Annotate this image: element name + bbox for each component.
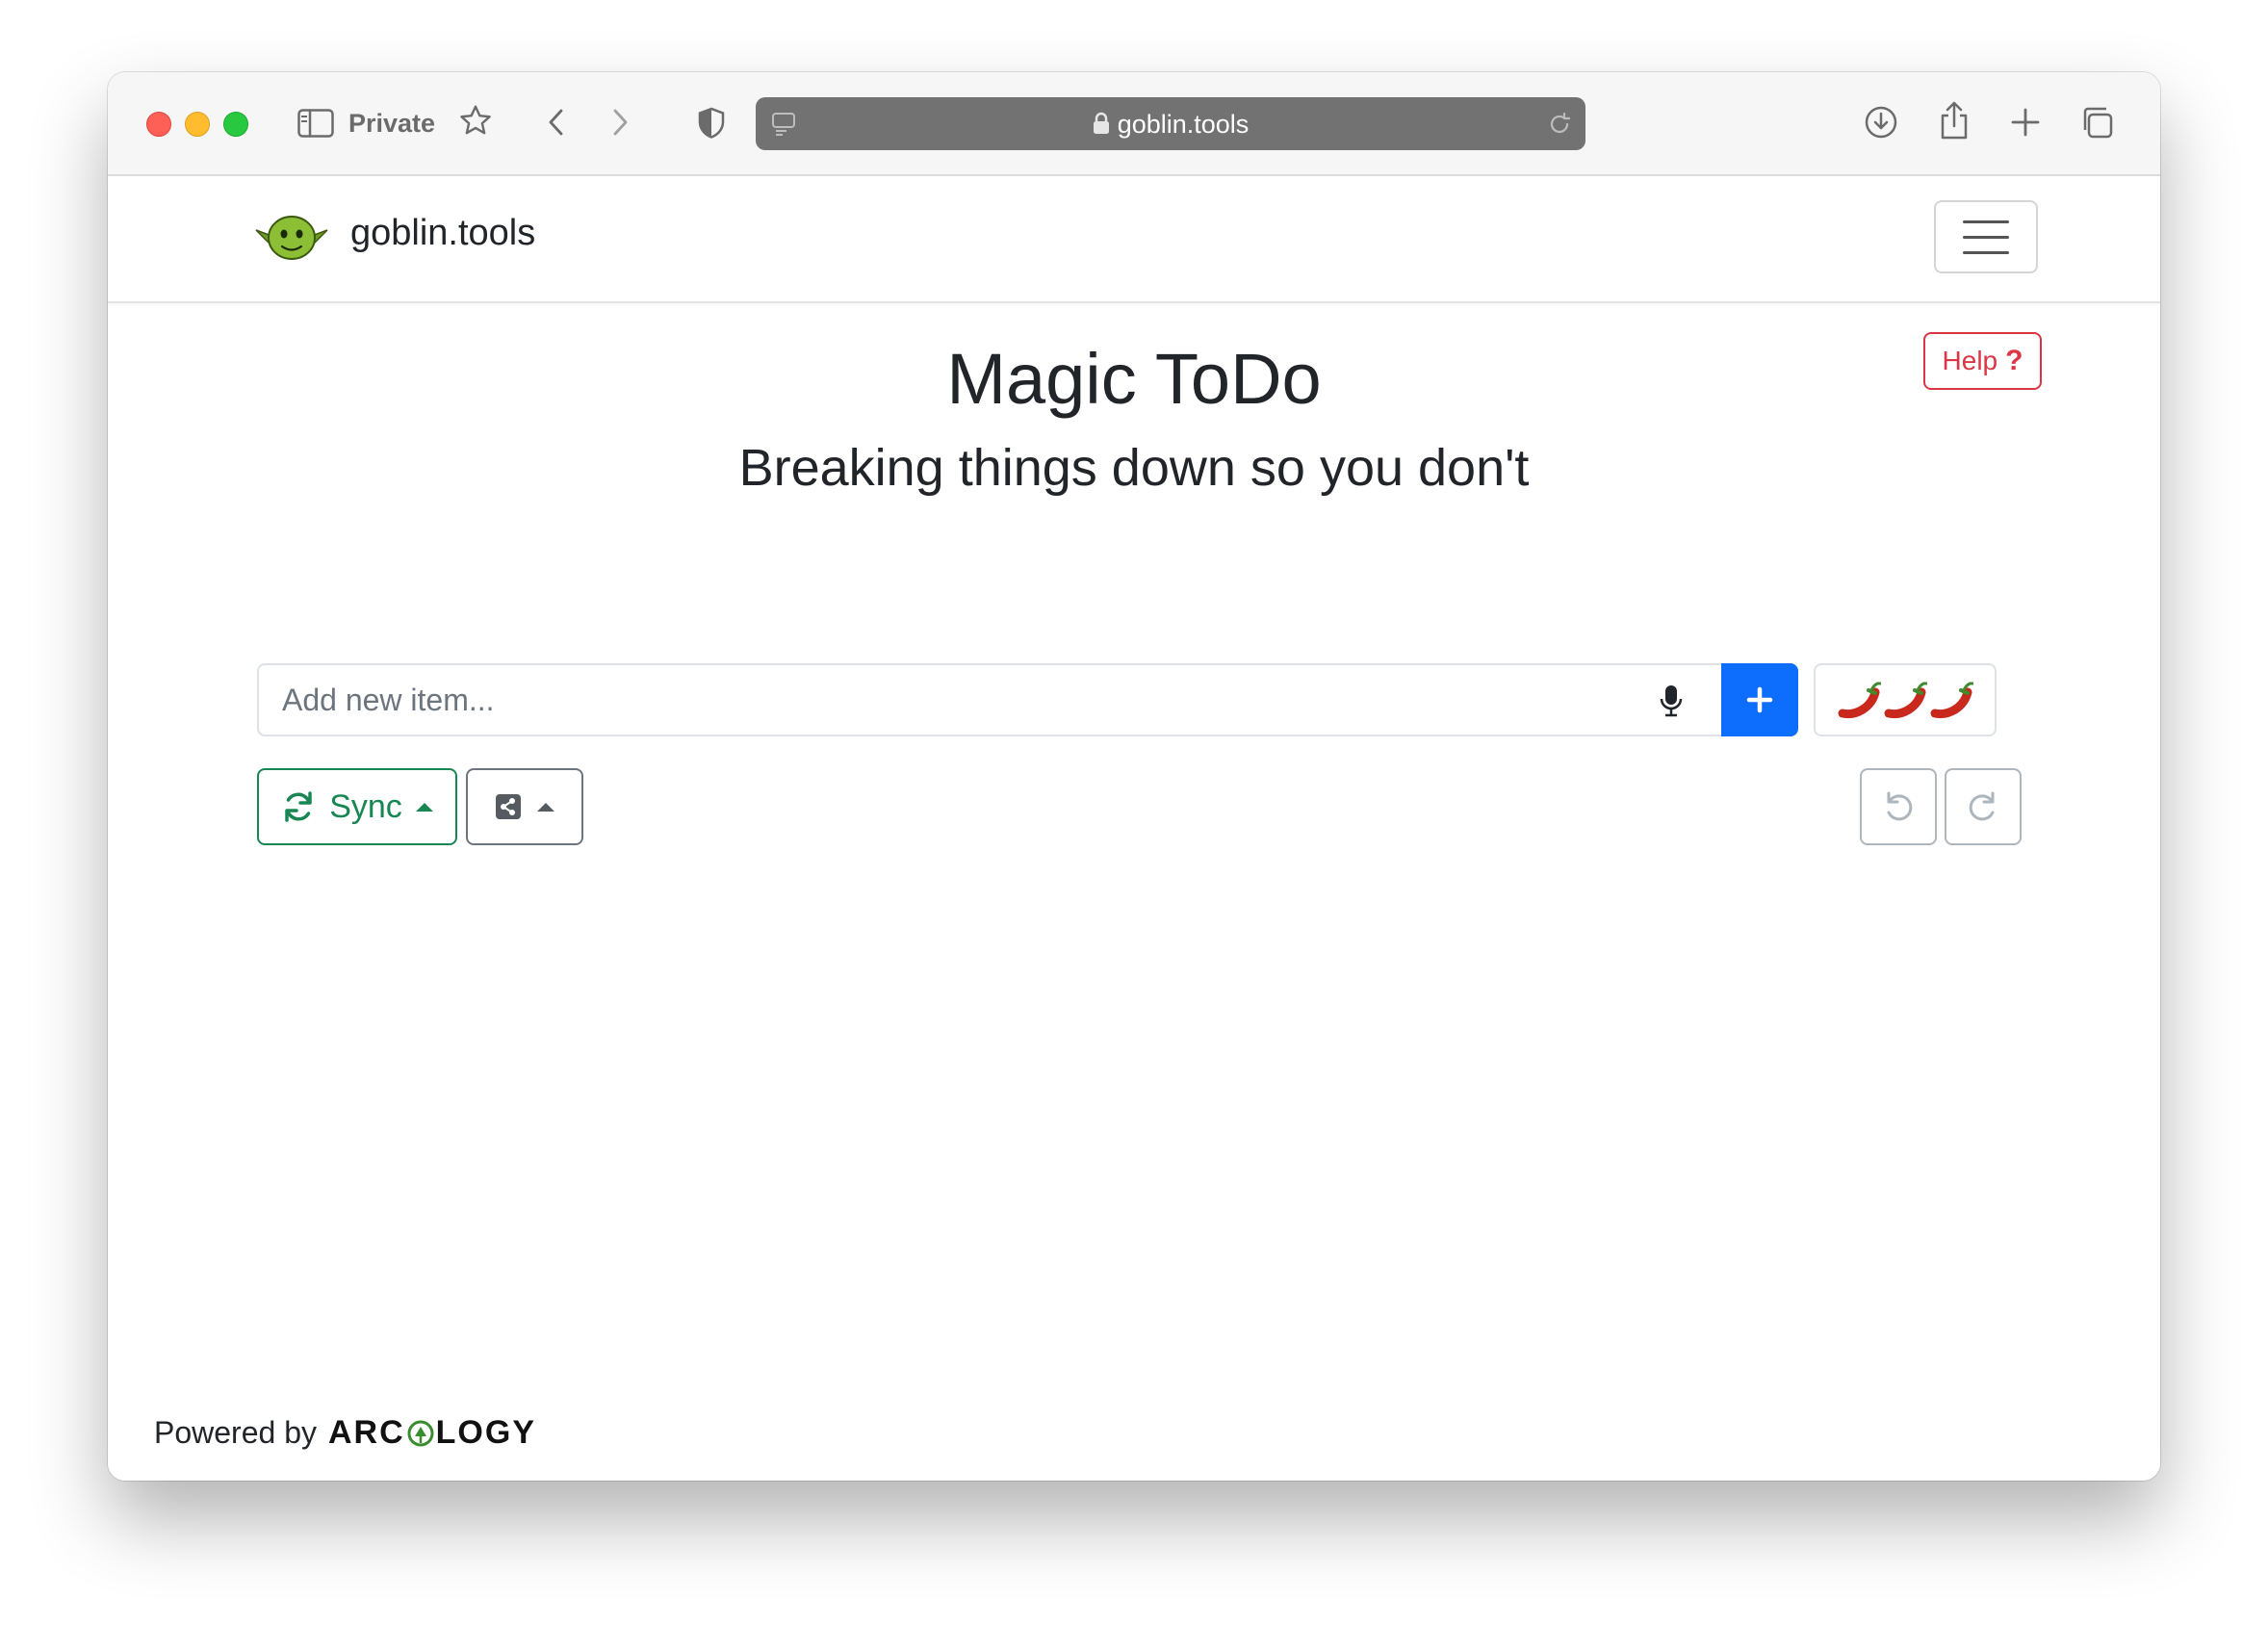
bookmark-star-icon[interactable] [456,101,495,140]
help-button[interactable]: Help ? [1923,332,2042,390]
new-item-input[interactable] [257,663,1733,736]
sync-dropdown-button[interactable]: Sync [257,768,457,845]
minimize-window-button[interactable] [185,112,210,137]
address-bar[interactable]: goblin.tools [756,97,1585,150]
page-subtitle: Breaking things down so you don't [738,439,1530,497]
page-footer: Powered by ARC LOGY [154,1414,536,1452]
forward-icon[interactable] [606,103,635,142]
arcology-logo-text-end: LOGY [435,1414,536,1451]
privacy-shield-icon[interactable] [695,105,728,142]
hamburger-line [1963,219,2009,223]
close-window-button[interactable] [146,112,171,137]
page-title: Magic ToDo [946,339,1322,419]
hamburger-line [1963,250,2009,254]
arcology-logo[interactable]: ARC LOGY [328,1414,536,1452]
plus-icon [1746,686,1773,713]
zoom-window-button[interactable] [223,112,248,137]
tab-overview-icon[interactable] [2077,103,2116,142]
undo-icon [1887,791,1913,821]
goblin-face-icon[interactable] [252,211,331,268]
new-tab-icon[interactable] [2006,103,2045,142]
sidebar-toggle-icon[interactable] [296,106,335,141]
spiciness-selector-button[interactable] [1814,663,1997,736]
hamburger-line [1963,235,2009,239]
private-label: Private [348,109,436,138]
chili-pepper-icon [1930,682,1973,719]
share-square-icon [496,794,521,819]
question-icon: ? [2005,345,2023,376]
sync-icon [285,791,312,822]
help-label: Help [1942,346,1998,375]
undo-button[interactable] [1860,768,1937,845]
browser-toolbar: Private goblin.tools [108,72,2160,176]
reload-icon[interactable] [1545,110,1574,139]
tree-circle-icon [407,1420,434,1446]
new-item-group [257,663,1761,736]
brand-name[interactable]: goblin.tools [350,213,535,254]
microphone-icon[interactable] [1660,684,1683,722]
browser-window: Private goblin.tools goblin.tools Magic … [108,72,2160,1481]
web-page: goblin.tools Magic ToDo Breaking things … [108,176,2160,1481]
redo-icon [1969,791,1995,821]
caret-up-icon [415,802,433,812]
redo-button[interactable] [1945,768,2022,845]
back-icon[interactable] [541,103,570,142]
share-icon[interactable] [1935,99,1973,142]
downloads-icon[interactable] [1862,103,1900,142]
caret-up-icon [537,802,554,812]
share-dropdown-button[interactable] [466,768,583,845]
arcology-logo-text-start: ARC [327,1414,405,1451]
chili-pepper-icon [1884,682,1927,719]
add-item-button[interactable] [1721,663,1798,736]
chili-pepper-icon [1838,682,1881,719]
powered-by-label: Powered by [154,1415,317,1450]
site-navbar: goblin.tools [108,176,2160,303]
hamburger-menu-button[interactable] [1934,200,2038,273]
sync-label: Sync [329,787,402,825]
url-text: goblin.tools [1117,110,1250,139]
lock-icon [1093,112,1110,142]
